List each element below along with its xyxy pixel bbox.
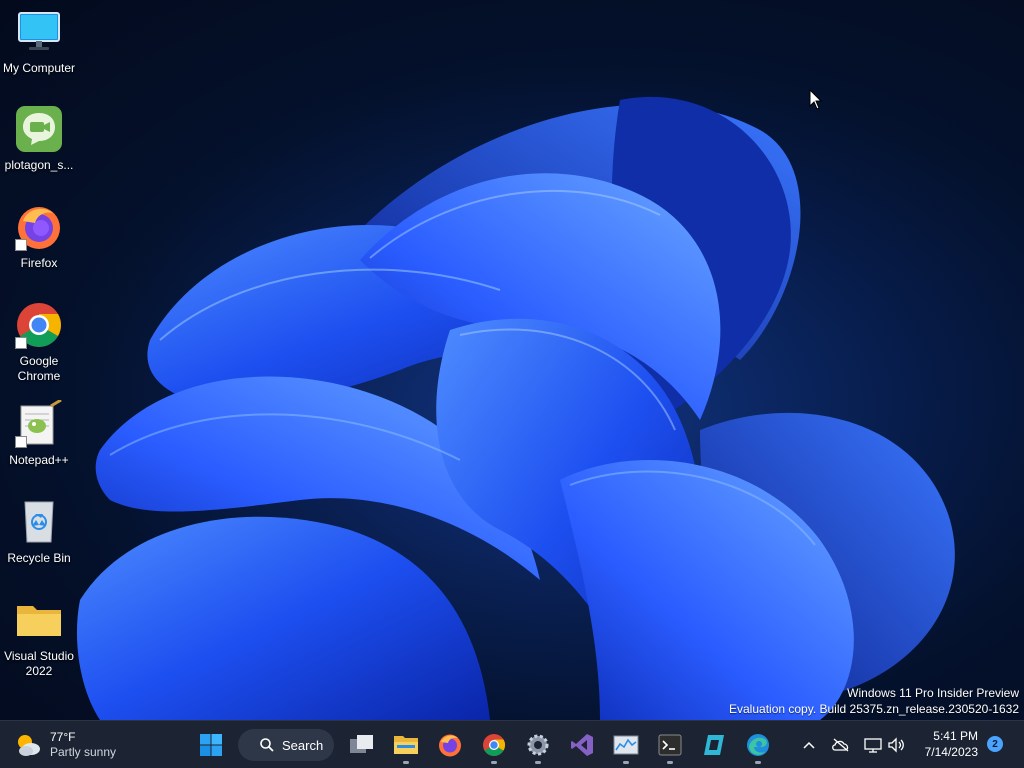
- taskbar: 77°F Partly sunny Search 5:41 PM 7/14/20…: [0, 720, 1024, 768]
- chevron-up-icon: [803, 741, 815, 749]
- running-indicator: [755, 761, 761, 764]
- plotagon-icon: [15, 105, 63, 153]
- watermark-line-2: Evaluation copy. Build 25375.zn_release.…: [729, 702, 1019, 716]
- shortcut-arrow-icon: [15, 436, 27, 448]
- running-indicator: [623, 761, 629, 764]
- desktop-icon-recycle-bin[interactable]: Recycle Bin: [0, 498, 78, 566]
- weather-temp: 77°F: [50, 730, 76, 744]
- start-button[interactable]: [191, 725, 231, 765]
- desktop-icon-firefox[interactable]: Firefox: [0, 203, 78, 271]
- desktop-icon-notepadpp[interactable]: Notepad++: [0, 398, 78, 468]
- taskbar-clock[interactable]: 5:41 PM 7/14/2023: [925, 728, 978, 760]
- desktop-icon-label: Google Chrome: [17, 354, 61, 383]
- visual-studio-icon: [571, 734, 593, 756]
- taskbar-terminal-button[interactable]: [650, 725, 690, 765]
- wallpaper-bloom: [20, 60, 1024, 720]
- shortcut-arrow-icon: [15, 337, 27, 349]
- desktop-icon-plotagon[interactable]: plotagon_s...: [0, 105, 78, 173]
- start-icon: [200, 734, 222, 756]
- monitor-icon: [15, 8, 63, 56]
- recycle-bin-icon: [15, 498, 63, 546]
- file-explorer-icon: [394, 736, 418, 754]
- weather-condition: Partly sunny: [50, 745, 117, 759]
- search-icon: [260, 738, 274, 752]
- desktop-icon-label: plotagon_s...: [4, 158, 74, 172]
- edge-icon: [747, 734, 769, 756]
- desktop-icon-label: Firefox: [20, 256, 58, 270]
- shortcut-arrow-icon: [15, 239, 27, 251]
- running-indicator: [491, 761, 497, 764]
- onedrive-tray-button[interactable]: [829, 733, 853, 757]
- resource-monitor-icon: [613, 735, 639, 755]
- weather-widget[interactable]: 77°F Partly sunny: [14, 727, 116, 763]
- desktop-icon-chrome[interactable]: Google Chrome: [0, 301, 78, 384]
- clock-date: 7/14/2023: [924, 745, 978, 759]
- taskbar-azure-data-studio-button[interactable]: [694, 725, 734, 765]
- file-explorer-button[interactable]: [386, 725, 426, 765]
- azure-data-studio-icon: [704, 735, 724, 755]
- taskbar-firefox-button[interactable]: [430, 725, 470, 765]
- desktop-icon-label: Visual Studio 2022: [4, 649, 74, 678]
- firefox-icon: [15, 203, 63, 251]
- task-view-icon: [350, 735, 373, 753]
- desktop-icon-label: Notepad++: [9, 453, 69, 467]
- desktop[interactable]: My Computer plotagon_s... Firefox Google…: [0, 0, 1024, 720]
- evaluation-watermark: Windows 11 Pro Insider Preview Evaluatio…: [729, 685, 1019, 717]
- network-icon: [864, 738, 882, 753]
- clock-time: 5:41 PM: [933, 729, 978, 743]
- chrome-icon: [483, 734, 505, 756]
- firefox-icon: [439, 734, 461, 757]
- volume-tray-button[interactable]: [884, 733, 908, 757]
- show-hidden-icons-button[interactable]: [797, 733, 821, 757]
- chrome-icon: [15, 301, 63, 349]
- mouse-cursor-icon: [809, 89, 823, 110]
- watermark-line-1: Windows 11 Pro Insider Preview: [847, 686, 1019, 700]
- taskbar-edge-button[interactable]: [738, 725, 778, 765]
- desktop-icon-label: Recycle Bin: [7, 551, 71, 565]
- running-indicator: [535, 761, 541, 764]
- taskbar-resource-monitor-button[interactable]: [606, 725, 646, 765]
- taskbar-search-box[interactable]: Search: [238, 729, 334, 761]
- onedrive-offline-icon: [832, 738, 849, 752]
- partly-sunny-icon: [18, 735, 40, 756]
- desktop-icon-my-computer[interactable]: My Computer: [0, 8, 78, 76]
- desktop-icon-label: My Computer: [2, 61, 76, 75]
- running-indicator: [403, 761, 409, 764]
- network-tray-button[interactable]: [861, 733, 885, 757]
- folder-icon: [15, 596, 63, 644]
- taskbar-visual-studio-button[interactable]: [562, 725, 602, 765]
- desktop-icon-visual-studio-folder[interactable]: Visual Studio 2022: [0, 596, 78, 679]
- settings-icon: [527, 734, 549, 756]
- terminal-icon: [658, 734, 682, 756]
- search-label: Search: [282, 737, 324, 753]
- running-indicator: [667, 761, 673, 764]
- taskbar-chrome-button[interactable]: [474, 725, 514, 765]
- notification-badge[interactable]: 2: [987, 736, 1003, 752]
- task-view-button[interactable]: [342, 725, 382, 765]
- taskbar-settings-button[interactable]: [518, 725, 558, 765]
- notepadpp-icon: [15, 398, 63, 448]
- speaker-icon: [888, 737, 904, 753]
